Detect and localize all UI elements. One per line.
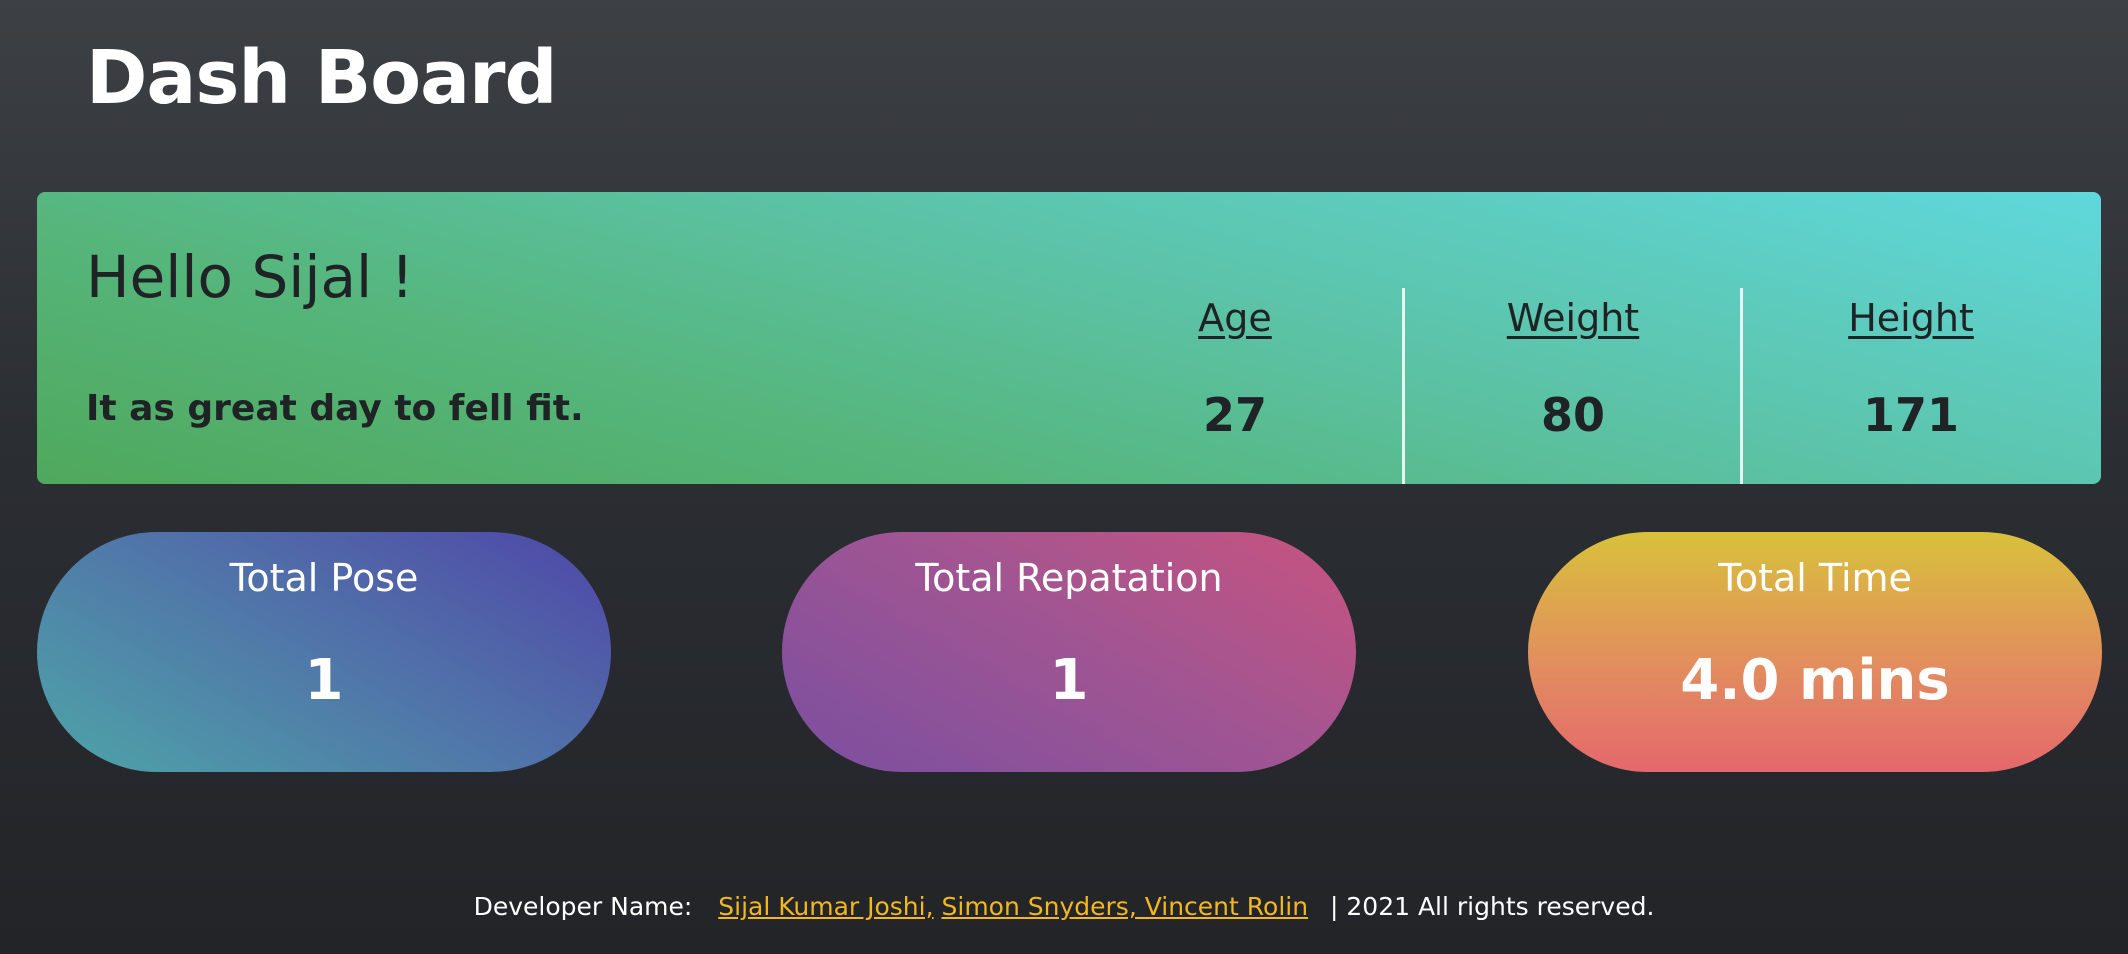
motto-text: It as great day to fell fit. bbox=[86, 388, 584, 429]
total-repetition-value: 1 bbox=[1049, 648, 1089, 713]
greeting-heading: Hello Sijal ! bbox=[86, 243, 414, 311]
total-pose-card: Total Pose 1 bbox=[37, 532, 611, 772]
stat-height-label: Height bbox=[1848, 296, 1974, 340]
copyright-text: | 2021 All rights reserved. bbox=[1330, 892, 1655, 921]
stat-age-label: Age bbox=[1198, 296, 1272, 340]
stat-weight-label: Weight bbox=[1506, 296, 1640, 340]
total-pose-label: Total Pose bbox=[229, 556, 419, 600]
stat-weight: Weight 80 bbox=[1405, 192, 1741, 484]
stat-height-value: 171 bbox=[1862, 388, 1960, 442]
total-repetition-card: Total Repatation 1 bbox=[782, 532, 1356, 772]
stat-weight-value: 80 bbox=[1540, 388, 1605, 442]
stat-age-value: 27 bbox=[1202, 388, 1267, 442]
footer: Developer Name: Sijal Kumar Joshi, Simon… bbox=[0, 892, 2128, 921]
total-time-value: 4.0 mins bbox=[1680, 648, 1950, 713]
page-title: Dash Board bbox=[86, 35, 557, 121]
stat-age: Age 27 bbox=[1067, 192, 1403, 484]
total-time-card: Total Time 4.0 mins bbox=[1528, 532, 2102, 772]
total-time-label: Total Time bbox=[1718, 556, 1912, 600]
profile-card: Hello Sijal ! It as great day to fell fi… bbox=[37, 192, 2101, 484]
developer-label: Developer Name: bbox=[473, 892, 693, 921]
total-pose-value: 1 bbox=[304, 648, 344, 713]
total-repetition-label: Total Repatation bbox=[915, 556, 1223, 600]
developer-link-simon-vincent[interactable]: Simon Snyders, Vincent Rolin bbox=[942, 892, 1309, 921]
developer-link-sijal[interactable]: Sijal Kumar Joshi, bbox=[718, 892, 933, 921]
stat-height: Height 171 bbox=[1743, 192, 2079, 484]
